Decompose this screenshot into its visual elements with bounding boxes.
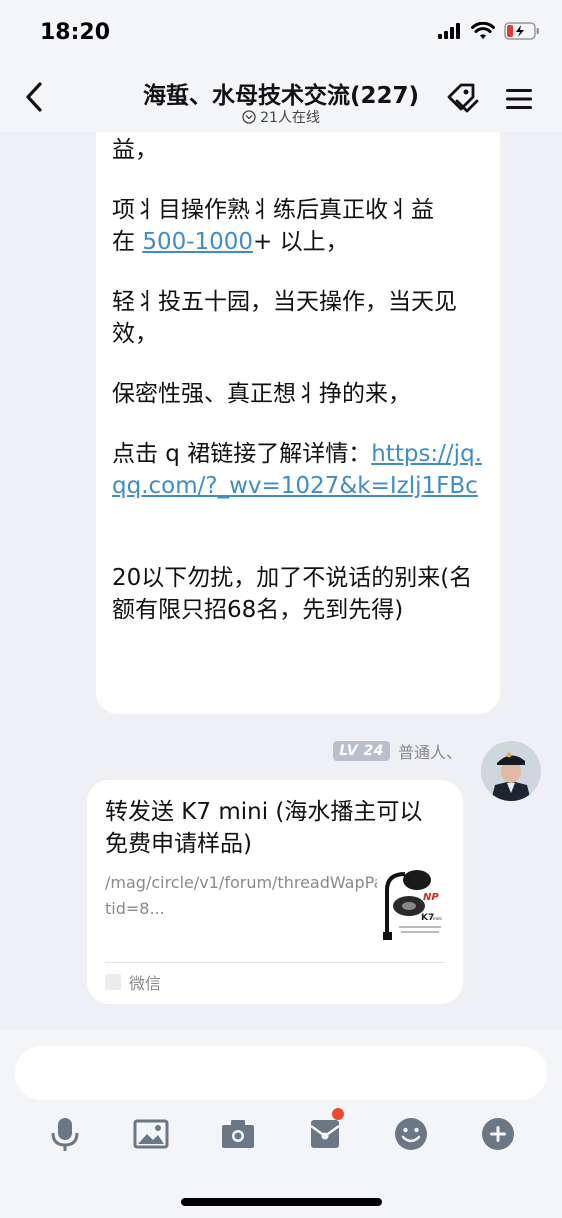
red-packet-button[interactable]	[305, 1108, 345, 1154]
emoji-icon	[395, 1118, 427, 1150]
plus-circle-icon	[482, 1118, 514, 1150]
message-paragraph: 点击 q 裙链接了解详情：https://jq.qq.com/?_wv=1027…	[112, 441, 482, 499]
chevron-circle-down-icon	[242, 110, 256, 124]
more-button[interactable]	[478, 1114, 518, 1154]
tag-share-icon	[447, 83, 479, 113]
message-bubble[interactable]: 益， 项丬目操作熟丬练后真正收丬益在 500-1000+ 以上， 轻丬投五十园，…	[96, 132, 500, 714]
notification-dot	[332, 1108, 344, 1120]
status-time: 18:20	[40, 20, 111, 45]
battery-icon	[504, 22, 539, 40]
status-bar: 18:20	[0, 0, 562, 60]
avatar[interactable]	[481, 741, 541, 801]
input-area	[0, 1030, 562, 1218]
emoji-button[interactable]	[391, 1114, 431, 1154]
card-title: 转发送 K7 mini (海水播主可以免费申请样品)	[105, 799, 423, 857]
message-text: 益， 项丬目操作熟丬练后真正收丬益在 500-1000+ 以上， 轻丬投五十园，…	[112, 134, 484, 626]
voice-button[interactable]	[45, 1114, 85, 1154]
wechat-icon	[105, 974, 121, 990]
message-input[interactable]	[15, 1046, 547, 1100]
card-divider	[105, 962, 445, 963]
status-icons	[438, 22, 540, 40]
message-paragraph: 项丬目操作熟丬练后真正收丬益在 500-1000+ 以上，	[112, 197, 434, 255]
red-envelope-icon	[310, 1120, 340, 1148]
avatar-image	[481, 741, 541, 801]
image-icon	[133, 1119, 169, 1149]
signal-icon	[438, 23, 460, 39]
chat-area[interactable]: 益， 项丬目操作熟丬练后真正收丬益在 500-1000+ 以上， 轻丬投五十园，…	[0, 132, 562, 1030]
camera-button[interactable]	[218, 1114, 258, 1154]
card-description: /mag/circle/v1/forum/threadWapPage?tid=8…	[105, 873, 412, 918]
menu-button[interactable]	[500, 80, 538, 118]
card-source: 微信	[105, 970, 161, 994]
shared-link-card[interactable]: 转发送 K7 mini (海水播主可以免费申请样品) /mag/circle/v…	[87, 780, 463, 1004]
camera-icon	[222, 1120, 254, 1148]
wifi-icon	[471, 22, 495, 39]
thumb-sub-text: mini	[433, 916, 442, 921]
share-button[interactable]	[444, 80, 482, 118]
card-thumbnail: NP K7 mini	[377, 866, 447, 946]
message-paragraph: 轻丬投五十园，当天操作，当天见效，	[112, 289, 457, 347]
message-paragraph: 益，	[112, 137, 158, 163]
thumb-logo-text: NP	[423, 892, 439, 903]
chat-header: 海蜇、水母技术交流(227) 21人在线	[0, 60, 562, 132]
sender-name[interactable]: 普通人、	[398, 739, 462, 763]
card-source-label: 微信	[129, 974, 162, 993]
microphone-icon	[51, 1118, 79, 1151]
input-toolbar	[0, 1108, 562, 1154]
home-indicator[interactable]	[181, 1198, 382, 1206]
amount-link[interactable]: 500-1000	[142, 229, 253, 255]
online-count: 21人在线	[260, 110, 320, 126]
level-badge: LV 24	[333, 741, 390, 761]
image-button[interactable]	[131, 1114, 171, 1154]
message-paragraph: 保密性强、真正想丬挣的来，	[112, 381, 411, 407]
sender-info: LV 24 普通人、	[333, 739, 462, 763]
hamburger-menu-icon	[506, 89, 532, 109]
product-lamp-image: NP K7 mini	[377, 866, 447, 946]
message-paragraph: 20以下勿扰，加了不说话的别来(名额有限只招68名，先到先得)	[112, 565, 473, 623]
